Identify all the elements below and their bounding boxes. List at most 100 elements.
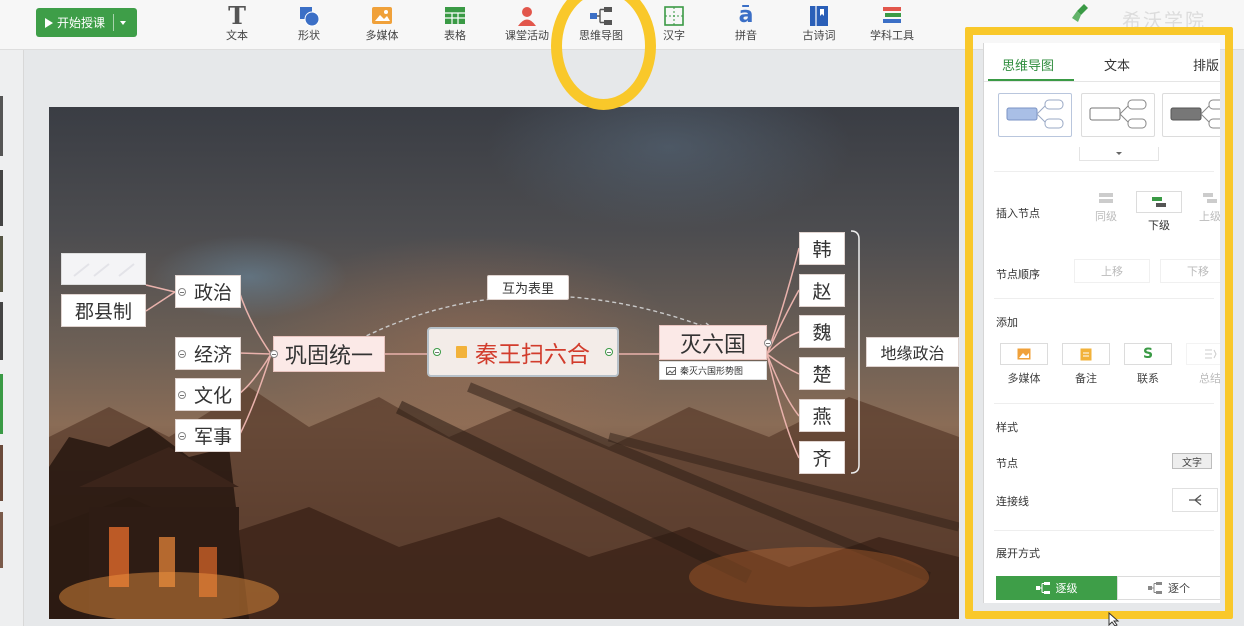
node-state-yan[interactable]: 燕 [799, 399, 845, 432]
collapse-icon[interactable] [178, 391, 186, 399]
chevron-down-icon[interactable] [120, 20, 127, 25]
line-style-select[interactable] [1172, 488, 1218, 512]
expand-mode-label: 展开方式 [996, 547, 1040, 560]
poem-icon [810, 5, 828, 26]
node-politics[interactable]: 政治 [175, 275, 241, 308]
attachment-chip[interactable]: 秦灭六国形势图 [659, 361, 767, 380]
add-note-button[interactable]: 备注 [1060, 343, 1112, 386]
play-icon [45, 17, 53, 28]
sibling-node-icon [1099, 193, 1113, 203]
child-node-icon [1152, 197, 1166, 207]
node-culture[interactable]: 文化 [175, 378, 241, 411]
single-expand-icon [1148, 582, 1162, 594]
layout-style-1[interactable] [998, 93, 1072, 137]
node-center-topic[interactable]: 秦王扫六合 [427, 327, 619, 377]
collapse-icon[interactable] [178, 350, 186, 358]
note-icon [1080, 348, 1092, 360]
layout-style-3[interactable] [1162, 93, 1220, 137]
subject-tools-icon [883, 6, 901, 23]
image-placeholder-icon [72, 263, 135, 277]
node-state-qi[interactable]: 齐 [799, 441, 845, 474]
tab-text[interactable]: 文本 [1104, 55, 1130, 74]
mouse-cursor-icon [1108, 612, 1120, 626]
tool-media[interactable]: 多媒体 [347, 2, 417, 43]
start-class-label: 开始授课 [57, 16, 106, 30]
tool-text[interactable]: T 文本 [202, 1, 272, 43]
node-state-chu[interactable]: 楚 [799, 357, 845, 390]
shape-icon [300, 6, 320, 26]
layout-preview-icon [1170, 99, 1220, 129]
media-icon [1017, 348, 1031, 360]
tool-table[interactable]: 表格 [420, 2, 490, 43]
collapse-icon[interactable] [178, 432, 186, 440]
node-style-select[interactable]: 文字 [1172, 453, 1212, 469]
mindmap-properties-panel: 思维导图 文本 排版 插入节点 同级 下级 上级 节点顺序 上移 下移 添加 多… [983, 43, 1220, 603]
collapse-icon[interactable] [605, 348, 613, 356]
add-link-button[interactable]: S 联系 [1122, 343, 1174, 386]
node-state-zhao[interactable]: 赵 [799, 274, 845, 307]
insert-sibling-button[interactable]: 同级 [1086, 191, 1126, 224]
tool-pinyin[interactable]: ā 拼音 [711, 2, 781, 43]
more-layouts-button[interactable] [1079, 147, 1159, 161]
tool-mindmap[interactable]: 思维导图 [566, 2, 636, 43]
collapse-icon[interactable] [178, 288, 186, 296]
tool-activity[interactable]: 课堂活动 [492, 2, 562, 43]
pinyin-icon: ā [738, 3, 754, 28]
node-county-system[interactable]: 郡县制 [61, 294, 146, 327]
tool-poem[interactable]: 古诗词 [784, 2, 854, 43]
collapse-icon[interactable] [270, 350, 278, 358]
line-style-label: 连接线 [996, 495, 1029, 508]
connection-icon: S [1142, 346, 1154, 362]
layout-style-2[interactable] [1081, 93, 1155, 137]
insert-parent-button[interactable]: 上级 [1192, 191, 1220, 224]
connector-line-icon [1189, 494, 1202, 506]
insert-node-label: 插入节点 [996, 207, 1040, 220]
node-economy[interactable]: 经济 [175, 337, 241, 370]
expand-one-by-one-button[interactable]: 逐个 [1117, 576, 1220, 600]
image-node[interactable] [61, 253, 146, 285]
tab-mindmap[interactable]: 思维导图 [1002, 55, 1054, 74]
node-state-wei[interactable]: 魏 [799, 315, 845, 348]
collapse-icon[interactable] [764, 339, 772, 347]
slide-thumbnail-strip[interactable] [0, 50, 24, 626]
image-icon [666, 366, 676, 375]
node-military[interactable]: 军事 [175, 419, 241, 452]
relation-label[interactable]: 互为表里 [487, 275, 569, 300]
add-media-button[interactable]: 多媒体 [998, 343, 1050, 386]
slide-canvas[interactable]: 郡县制 政治 经济 文化 军事 巩固统一 秦王扫六合 互为表里 灭六国 秦灭六国… [49, 107, 959, 619]
chevron-down-icon [1116, 152, 1122, 155]
activity-icon [518, 6, 536, 26]
tool-subject[interactable]: 学科工具 [857, 2, 927, 43]
text-icon: T [228, 1, 246, 30]
insert-child-button[interactable]: 下级 [1136, 191, 1182, 233]
tool-hanzi[interactable]: 汉字 [639, 2, 709, 43]
parent-node-icon [1203, 193, 1217, 203]
layout-preview-icon [1006, 99, 1064, 129]
add-label: 添加 [996, 316, 1018, 329]
add-summary-button[interactable]: 总结 [1184, 343, 1220, 386]
node-consolidate-unity[interactable]: 巩固统一 [270, 336, 385, 372]
layout-preview-icon [1089, 99, 1147, 129]
start-class-button[interactable]: 开始授课 [36, 8, 137, 37]
node-order-label: 节点顺序 [996, 268, 1040, 281]
media-icon [372, 6, 392, 24]
collapse-icon[interactable] [433, 348, 441, 356]
node-summary[interactable]: 地缘政治 [866, 337, 959, 367]
hanzi-icon [664, 5, 684, 26]
table-icon [445, 6, 465, 24]
tab-layout[interactable]: 排版 [1193, 55, 1219, 74]
move-down-button[interactable]: 下移 [1160, 259, 1220, 283]
level-expand-icon [1035, 582, 1050, 594]
clean-brush-icon[interactable] [1070, 2, 1092, 26]
note-icon[interactable] [456, 346, 467, 358]
brand-watermark: 希沃学院 [1122, 10, 1207, 32]
move-up-button[interactable]: 上移 [1074, 259, 1150, 283]
expand-level-button[interactable]: 逐级 [996, 576, 1117, 600]
node-style-label: 节点 [996, 457, 1018, 470]
style-label: 样式 [996, 421, 1018, 434]
mindmap-icon [590, 6, 612, 25]
tool-shape[interactable]: 形状 [274, 2, 344, 43]
summary-icon [1205, 349, 1217, 359]
node-conquer-six-states[interactable]: 灭六国 [659, 325, 772, 360]
node-state-han[interactable]: 韩 [799, 232, 845, 265]
